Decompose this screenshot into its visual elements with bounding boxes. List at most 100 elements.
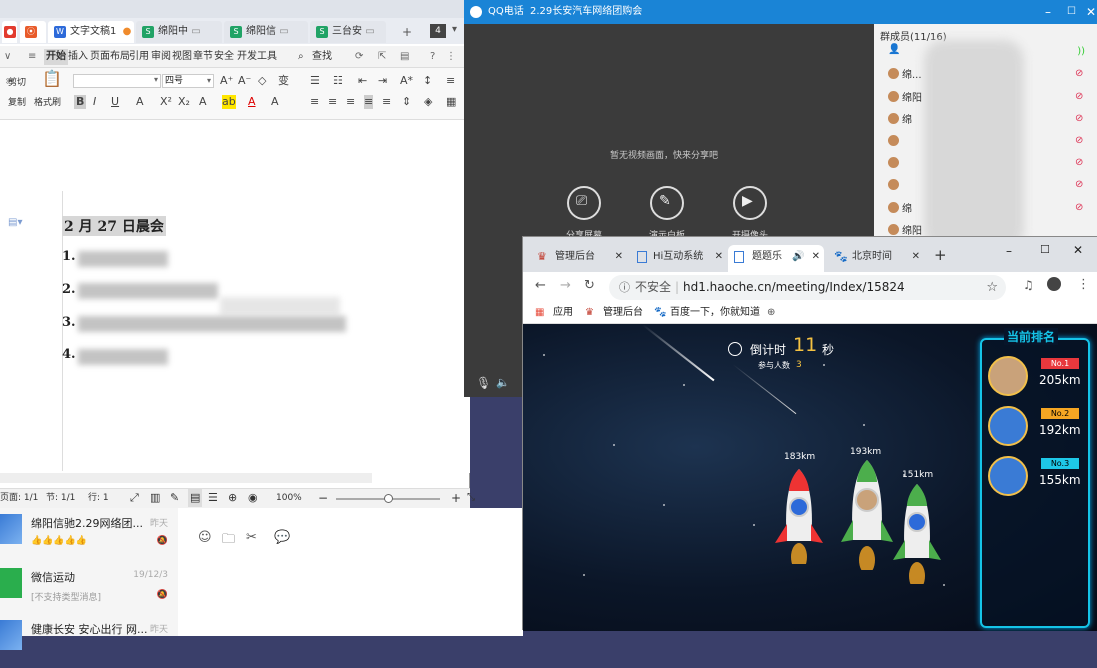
new-tab-button[interactable]: + <box>402 25 412 39</box>
subscript-icon[interactable]: X₂ <box>178 95 190 109</box>
zoom-out-icon[interactable]: − <box>318 489 328 507</box>
font-color-icon[interactable]: A <box>248 95 256 109</box>
sort-icon[interactable]: ↕ <box>423 74 432 88</box>
strikethrough-icon[interactable]: A <box>136 95 144 109</box>
forward-icon[interactable]: → <box>560 278 571 293</box>
superscript-icon[interactable]: X² <box>160 95 172 109</box>
shrink-font-icon[interactable]: A⁻ <box>238 74 251 88</box>
horizontal-scrollbar[interactable] <box>0 473 372 483</box>
bookmark-star-icon[interactable]: ☆ <box>986 275 998 300</box>
profile-icon[interactable] <box>1047 277 1061 291</box>
export-icon[interactable]: ▤ <box>400 49 409 65</box>
close-tab-icon[interactable]: ✕ <box>615 245 623 269</box>
browser-tab-admin[interactable]: ♛ 管理后台 ✕ <box>531 245 627 272</box>
chat-history-icon[interactable]: 💬 <box>274 530 290 545</box>
media-control-icon[interactable]: ♫ <box>1023 278 1034 292</box>
search-label[interactable]: 查找 <box>312 49 332 65</box>
outline-view-icon[interactable]: ☰ <box>208 489 218 507</box>
zoom-slider[interactable] <box>336 494 440 503</box>
wps-app-tab[interactable]: ⦿ <box>20 21 46 43</box>
close-icon[interactable]: ✕ <box>1073 243 1083 257</box>
distributed-align-icon[interactable]: ≡ <box>382 95 391 109</box>
tab-mianyang-xin[interactable]: S 绵阳信 ▭ <box>224 21 308 43</box>
italic-icon[interactable]: I <box>93 95 96 109</box>
close-icon[interactable]: ✕ <box>1086 0 1096 24</box>
ribbon-tab-reference[interactable]: 引用 <box>129 49 149 65</box>
audio-playing-icon[interactable]: 🔊 <box>792 245 804 269</box>
font-size-select[interactable]: 四号 ▾ <box>162 74 214 88</box>
maximize-icon[interactable]: ☐ <box>1067 0 1076 24</box>
chinese-layout-icon[interactable]: A* <box>400 74 413 88</box>
back-icon[interactable]: ← <box>535 278 546 293</box>
bookmark-apps[interactable]: 应用 <box>553 302 573 324</box>
sync-icon[interactable]: ⟳ <box>355 49 363 65</box>
document-canvas[interactable]: ▤▾ 2 月 27 日晨会 1. 2. 3. 4. <box>0 121 470 483</box>
browser-tab-active[interactable]: 题题乐 🔊 ✕ <box>728 245 824 272</box>
emoji-icon[interactable]: ☺ <box>198 530 212 545</box>
ribbon-tab-devtools[interactable]: 开发工具 <box>237 49 277 65</box>
more-icon[interactable]: ≡ <box>28 49 36 65</box>
align-right-icon[interactable]: ≡ <box>346 95 355 109</box>
chat-input-area[interactable]: ☺ 🗀 ✂ 💬 <box>178 508 523 636</box>
shading-icon[interactable]: ◈ <box>424 95 432 109</box>
minimize-icon[interactable]: – <box>1006 244 1012 258</box>
format-painter-button[interactable]: 格式刷 <box>34 97 61 109</box>
zoom-slider-handle[interactable] <box>384 494 393 503</box>
camera-button[interactable]: ▶ <box>733 186 767 220</box>
chat-item-2[interactable]: 微信运动 19/12/3 [不支持类型消息] 🔕 <box>0 562 178 616</box>
folder-icon[interactable]: 🗀 <box>222 530 235 552</box>
web-view-icon[interactable]: ⊕ <box>228 489 237 507</box>
share-icon[interactable]: ⇱ <box>378 49 386 65</box>
wps-home-tab[interactable]: ● <box>2 21 17 43</box>
whiteboard-button[interactable]: ✎ <box>650 186 684 220</box>
decrease-indent-icon[interactable]: ⇤ <box>358 74 367 88</box>
border-icon[interactable]: ▦ <box>446 95 456 109</box>
ribbon-tab-start[interactable]: 开始 <box>44 49 68 65</box>
address-bar[interactable]: ⓘ 不安全 | hd1.haoche.cn/meeting/Index/1582… <box>609 275 1006 300</box>
menu-icon[interactable]: ⋮ <box>1077 277 1090 292</box>
tab-mianyang-zhong[interactable]: S 绵阳中 ▭ <box>136 21 222 43</box>
ribbon-tab-layout[interactable]: 页面布局 <box>90 49 130 65</box>
close-tab-icon[interactable]: ✕ <box>812 245 820 269</box>
tab-santai[interactable]: S 三台安 ▭ <box>310 21 386 43</box>
new-tab-button[interactable]: + <box>934 246 947 264</box>
ribbon-tab-review[interactable]: 审阅 <box>151 49 171 65</box>
underline-icon[interactable]: U <box>111 95 119 109</box>
share-screen-button[interactable]: ⎚ <box>567 186 601 220</box>
ribbon-tab-security[interactable]: 安全 <box>214 49 234 65</box>
grow-font-icon[interactable]: A⁺ <box>220 74 233 88</box>
close-tab-icon[interactable]: ✕ <box>715 245 723 269</box>
browser-tab-time[interactable]: 🐾 北京时间 ✕ <box>828 245 924 272</box>
screenshot-icon[interactable]: ✂ <box>246 530 257 545</box>
eye-protect-icon[interactable]: ◉ <box>248 489 258 507</box>
fullscreen-icon[interactable]: ⤢ <box>130 489 139 507</box>
reading-mode-icon[interactable]: ▥ <box>150 489 160 507</box>
bullet-list-icon[interactable]: ☰ <box>310 74 320 88</box>
font-family-select[interactable]: ▾ <box>73 74 161 88</box>
edit-icon[interactable]: ✎ <box>170 489 179 507</box>
help-icon[interactable]: ? <box>430 49 435 65</box>
ribbon-tab-chapter[interactable]: 章节 <box>193 49 213 65</box>
tab-count-badge[interactable]: 4 <box>430 24 446 38</box>
close-tab-icon[interactable]: ✕ <box>912 245 920 269</box>
microphone-icon[interactable]: 🎙 <box>476 376 491 390</box>
tab-list-icon[interactable]: ▾ <box>452 24 457 35</box>
fit-icon[interactable]: ⤡ <box>467 489 475 507</box>
align-center-icon[interactable]: ≡ <box>328 95 337 109</box>
show-marks-icon[interactable]: ≡ <box>446 74 455 88</box>
tab-document1[interactable]: W 文字文稿1 ● <box>48 21 134 43</box>
zoom-in-icon[interactable]: + <box>451 489 461 507</box>
chat-item-3[interactable]: 健康长安 安心出行 网... 昨天 <box>0 614 178 668</box>
globe-icon[interactable]: ⊕ <box>767 302 775 324</box>
menu-icon[interactable]: ∨ <box>4 49 11 65</box>
bookmark-admin[interactable]: 管理后台 <box>603 302 643 324</box>
page-view-icon[interactable]: ▤ <box>188 489 203 507</box>
chat-item-1[interactable]: 绵阳信驰2.29网络团... 昨天 👍👍👍👍👍 🔕 <box>0 508 178 562</box>
align-left-icon[interactable]: ≡ <box>310 95 319 109</box>
maximize-icon[interactable]: ☐ <box>1040 243 1050 256</box>
reload-icon[interactable]: ↻ <box>584 278 595 293</box>
bookmark-baidu[interactable]: 百度一下，你就知道 <box>670 302 760 324</box>
minimize-icon[interactable]: – <box>1045 0 1051 24</box>
speaker-icon[interactable]: 🔈 <box>496 376 510 389</box>
ribbon-tab-insert[interactable]: 插入 <box>68 49 88 65</box>
